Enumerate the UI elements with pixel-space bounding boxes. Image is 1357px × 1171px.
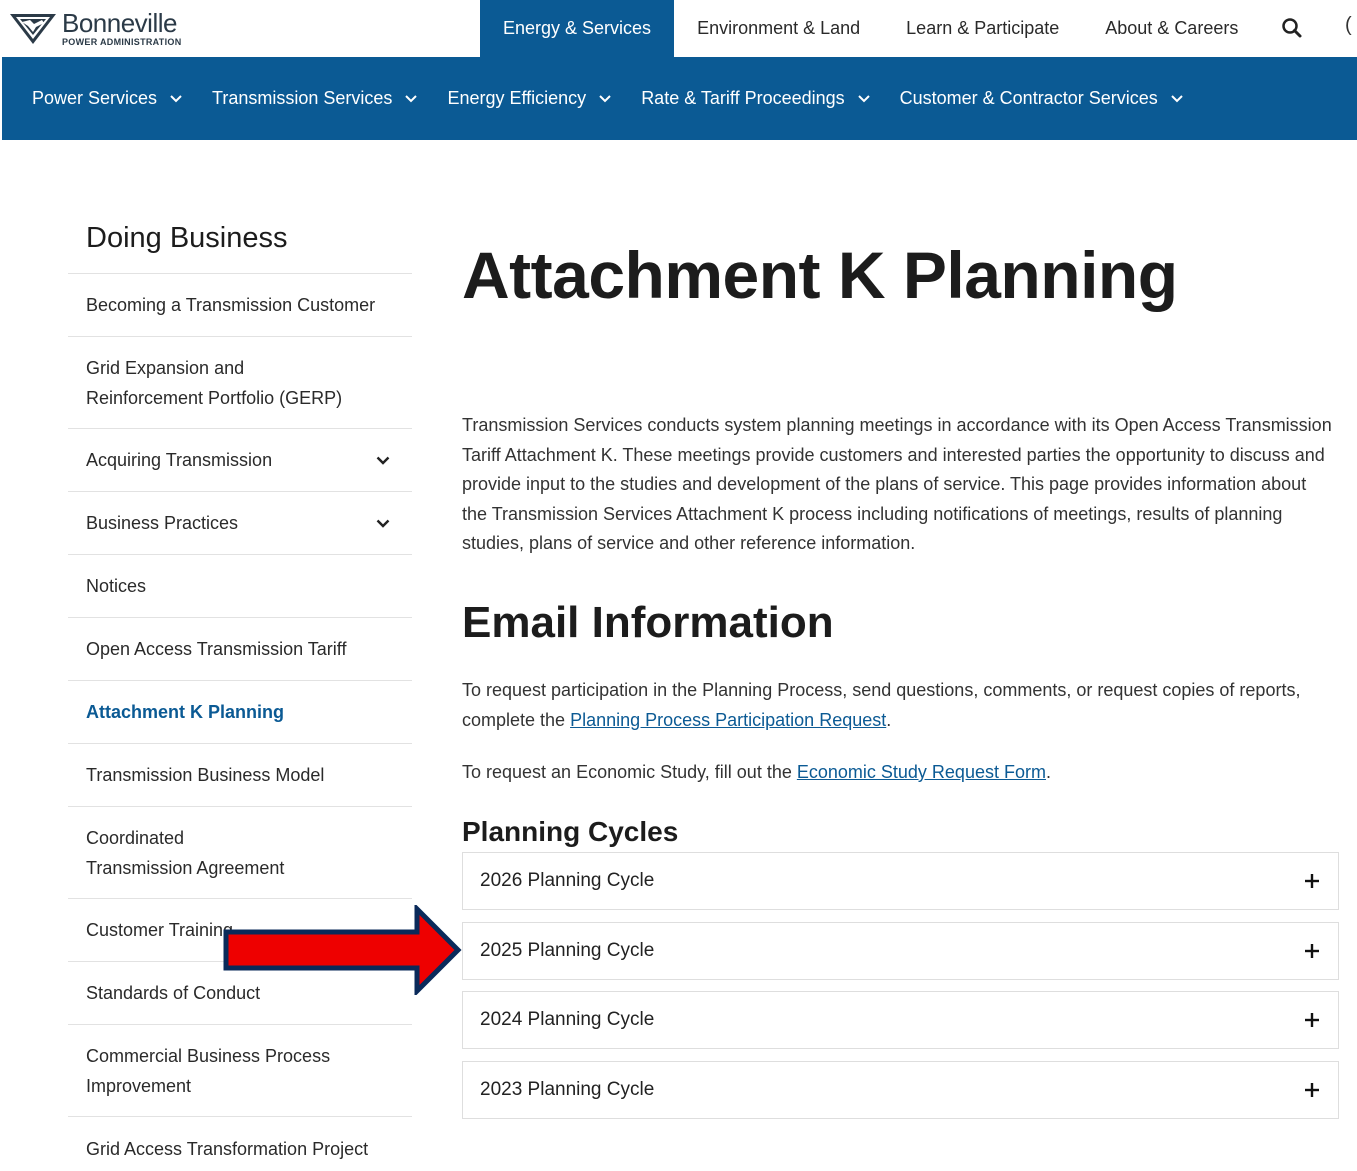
subnav-energy-efficiency[interactable]: Energy Efficiency: [447, 88, 611, 109]
sidebar-item-oatt[interactable]: Open Access Transmission Tariff: [68, 618, 412, 681]
sidebar-item-business-practices[interactable]: Business Practices: [68, 492, 412, 555]
economic-study-paragraph: To request an Economic Study, fill out t…: [462, 758, 1332, 788]
subnav-transmission-services[interactable]: Transmission Services: [212, 88, 418, 109]
top-nav: Energy & Services Environment & Land Lea…: [480, 0, 1261, 57]
sidebar-item-cbpi[interactable]: Commercial Business Process Improvement: [68, 1025, 412, 1117]
email-heading: Email Information: [462, 598, 834, 647]
accordion-label: 2026 Planning Cycle: [480, 870, 655, 891]
sidebar-item-label: Notices: [86, 576, 147, 596]
plus-icon: [1305, 1083, 1319, 1097]
economic-study-text-end: .: [1045, 762, 1051, 782]
sidebar-item-gerp[interactable]: Grid Expansion and Reinforcement Portfol…: [68, 337, 412, 429]
chevron-down-icon: [599, 94, 611, 102]
sidebar-item-business-model[interactable]: Transmission Business Model: [68, 744, 412, 807]
sidebar-title: Doing Business: [68, 212, 412, 274]
accordion-label: 2025 Planning Cycle: [480, 940, 655, 961]
chevron-down-icon[interactable]: [376, 519, 390, 528]
sub-nav: Power Services Transmission Services Ene…: [2, 57, 1357, 140]
accordion-label: 2024 Planning Cycle: [480, 1009, 655, 1030]
subnav-rate-tariff[interactable]: Rate & Tariff Proceedings: [641, 88, 870, 109]
subnav-label: Customer & Contractor Services: [899, 88, 1158, 108]
top-nav-energy-services[interactable]: Energy & Services: [480, 0, 675, 57]
planning-participation-link[interactable]: Planning Process Participation Request: [570, 710, 886, 730]
subnav-label: Rate & Tariff Proceedings: [641, 88, 845, 108]
page-title: Attachment K Planning: [462, 238, 1178, 312]
sidebar-item-coordinated-agreement[interactable]: Coordinated Transmission Agreement: [68, 807, 412, 899]
red-arrow-annotation-icon: [223, 905, 462, 995]
sidebar-item-attachment-k[interactable]: Attachment K Planning: [68, 681, 412, 744]
intro-paragraph: Transmission Services conducts system pl…: [462, 415, 1332, 553]
brand-name: Bonneville: [62, 7, 177, 38]
accordion-2025-planning-cycle[interactable]: 2025 Planning Cycle: [462, 922, 1339, 980]
top-nav-learn-participate[interactable]: Learn & Participate: [883, 0, 1082, 57]
sidebar-item-notices[interactable]: Notices: [68, 555, 412, 618]
sidebar-item-gatp[interactable]: Grid Access Transformation Project: [68, 1117, 412, 1171]
cut-off-icon[interactable]: (: [1345, 14, 1352, 37]
subnav-power-services[interactable]: Power Services: [32, 88, 182, 109]
accordion-2026-planning-cycle[interactable]: 2026 Planning Cycle: [462, 852, 1339, 910]
chevron-down-icon: [170, 94, 182, 102]
sidebar-item-label: Becoming a Transmission Customer: [86, 295, 376, 315]
subnav-label: Energy Efficiency: [447, 88, 587, 108]
planning-cycles-heading: Planning Cycles: [462, 816, 679, 847]
top-nav-about-careers[interactable]: About & Careers: [1082, 0, 1261, 57]
sidebar: Doing Business Becoming a Transmission C…: [68, 212, 412, 1171]
main-content: Attachment K Planning Transmission Servi…: [462, 230, 1342, 847]
search-button[interactable]: [1275, 12, 1309, 44]
top-bar: Bonneville POWER ADMINISTRATION Energy &…: [0, 0, 1357, 57]
sidebar-item-label: Grid Expansion and Reinforcement Portfol…: [86, 357, 343, 408]
accordion-label: 2023 Planning Cycle: [480, 1079, 655, 1100]
sidebar-item-acquiring-transmission[interactable]: Acquiring Transmission: [68, 429, 412, 492]
logo[interactable]: Bonneville POWER ADMINISTRATION: [8, 6, 198, 50]
sidebar-item-label: Commercial Business Process Improvement: [86, 1045, 331, 1096]
sidebar-item-label: Open Access Transmission Tariff: [86, 639, 347, 659]
brand-subtitle: POWER ADMINISTRATION: [62, 36, 182, 47]
search-icon: [1282, 18, 1302, 38]
accordion-2024-planning-cycle[interactable]: 2024 Planning Cycle: [462, 991, 1339, 1049]
subnav-label: Transmission Services: [212, 88, 393, 108]
chevron-down-icon: [857, 94, 870, 102]
plus-icon: [1305, 1013, 1319, 1027]
bpa-logo-icon: [10, 14, 56, 44]
economic-study-link[interactable]: Economic Study Request Form: [797, 762, 1046, 782]
subnav-customer-contractor[interactable]: Customer & Contractor Services: [900, 88, 1183, 109]
subnav-label: Power Services: [32, 88, 158, 108]
sidebar-item-label: Attachment K Planning: [86, 702, 285, 722]
participation-paragraph: To request participation in the Planning…: [462, 676, 1332, 735]
top-nav-environment-land[interactable]: Environment & Land: [674, 0, 883, 57]
sidebar-item-label: Business Practices: [86, 513, 239, 533]
chevron-down-icon: [1171, 94, 1183, 102]
economic-study-text: To request an Economic Study, fill out t…: [462, 762, 797, 782]
sidebar-item-becoming-customer[interactable]: Becoming a Transmission Customer: [68, 274, 412, 337]
sidebar-item-label: Coordinated Transmission Agreement: [86, 827, 285, 878]
sidebar-item-label: Acquiring Transmission: [86, 450, 273, 470]
chevron-down-icon: [405, 94, 418, 102]
sidebar-item-label: Transmission Business Model: [86, 765, 325, 785]
participation-text-end: .: [886, 709, 892, 730]
accordion-2023-planning-cycle[interactable]: 2023 Planning Cycle: [462, 1061, 1339, 1119]
chevron-down-icon[interactable]: [376, 456, 390, 465]
sidebar-item-label: Grid Access Transformation Project: [86, 1138, 369, 1159]
plus-icon: [1305, 874, 1319, 888]
plus-icon: [1305, 944, 1319, 958]
